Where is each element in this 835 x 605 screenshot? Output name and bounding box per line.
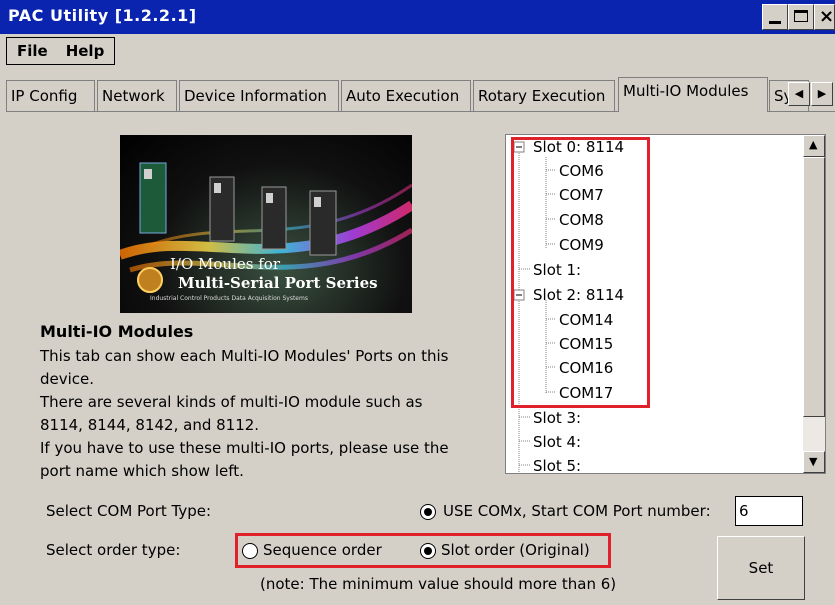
- tab-scroll-right[interactable]: ▶: [811, 82, 833, 106]
- order-type-label: Select order type:: [46, 541, 181, 559]
- close-icon: ×: [819, 6, 835, 27]
- banner-tagline: Industrial Control Products Data Acquisi…: [150, 295, 308, 302]
- tab-ip-config[interactable]: IP Config: [6, 80, 95, 112]
- sequence-order-radio[interactable]: [242, 543, 258, 559]
- tab-scroll-left[interactable]: ◀: [788, 82, 810, 106]
- menu-help[interactable]: Help: [62, 42, 109, 60]
- triangle-left-icon: ◀: [794, 87, 804, 100]
- set-button[interactable]: Set: [717, 536, 805, 600]
- tab-strip: IP Config Network Device Information Aut…: [6, 77, 835, 112]
- minimize-button[interactable]: [762, 4, 788, 30]
- com-type-label: Select COM Port Type:: [46, 502, 212, 520]
- info-line: port name which show left.: [40, 462, 244, 480]
- triangle-down-icon: ▼: [809, 455, 818, 468]
- info-line: This tab can show each Multi-IO Modules'…: [40, 347, 449, 365]
- tree-node-slot-4[interactable]: Slot 4:: [533, 433, 581, 451]
- slot-order-label: Slot order (Original): [441, 541, 590, 559]
- info-line: If you have to use these multi-IO ports,…: [40, 439, 449, 457]
- tree-node-slot-3[interactable]: Slot 3:: [533, 409, 581, 427]
- info-line: 8114, 8144, 8142, and 8112.: [40, 416, 260, 434]
- multi-io-banner-image: I/O Moules for Multi-Serial Port Series …: [120, 135, 412, 313]
- info-line: device.: [40, 370, 95, 388]
- slot-tree-view[interactable]: Slot 0: 8114 COM6 COM7 COM8 COM9 Slot 1:…: [505, 134, 826, 475]
- title-bar: PAC Utility [1.2.2.1] ×: [0, 0, 835, 34]
- start-com-port-input[interactable]: [735, 496, 803, 526]
- close-button[interactable]: ×: [814, 4, 835, 30]
- tab-auto-execution[interactable]: Auto Execution: [341, 80, 471, 112]
- slot-order-radio[interactable]: [420, 543, 436, 559]
- scroll-thumb[interactable]: [803, 157, 825, 417]
- info-heading: Multi-IO Modules: [40, 322, 194, 341]
- window-title: PAC Utility [1.2.2.1]: [8, 6, 197, 25]
- menu-file[interactable]: File: [13, 42, 52, 60]
- highlight-box: [511, 137, 650, 408]
- minimize-icon: [769, 21, 781, 24]
- tab-rotary-execution[interactable]: Rotary Execution: [473, 80, 615, 112]
- maximize-button[interactable]: [788, 4, 814, 30]
- use-comx-radio[interactable]: [420, 504, 436, 520]
- triangle-up-icon: ▲: [809, 138, 818, 151]
- triangle-right-icon: ▶: [817, 87, 827, 100]
- tab-device-information[interactable]: Device Information: [179, 80, 339, 112]
- sequence-order-label: Sequence order: [263, 541, 382, 559]
- scroll-up-button[interactable]: ▲: [803, 135, 825, 157]
- note-text: (note: The minimum value should more tha…: [260, 575, 617, 593]
- banner-title: I/O Moules for: [170, 255, 280, 273]
- menu-bar: File Help: [6, 37, 116, 65]
- tab-multi-io-modules[interactable]: Multi-IO Modules: [618, 77, 768, 112]
- banner-subtitle: Multi-Serial Port Series: [178, 274, 378, 292]
- maximize-icon: [794, 10, 808, 22]
- tree-scrollbar[interactable]: ▲ ▼: [803, 135, 825, 473]
- info-line: There are several kinds of multi-IO modu…: [40, 393, 423, 411]
- use-comx-label: USE COMx, Start COM Port number:: [443, 502, 711, 520]
- scroll-down-button[interactable]: ▼: [803, 451, 825, 473]
- tree-node-slot-5[interactable]: Slot 5:: [533, 457, 581, 475]
- tab-network[interactable]: Network: [97, 80, 177, 112]
